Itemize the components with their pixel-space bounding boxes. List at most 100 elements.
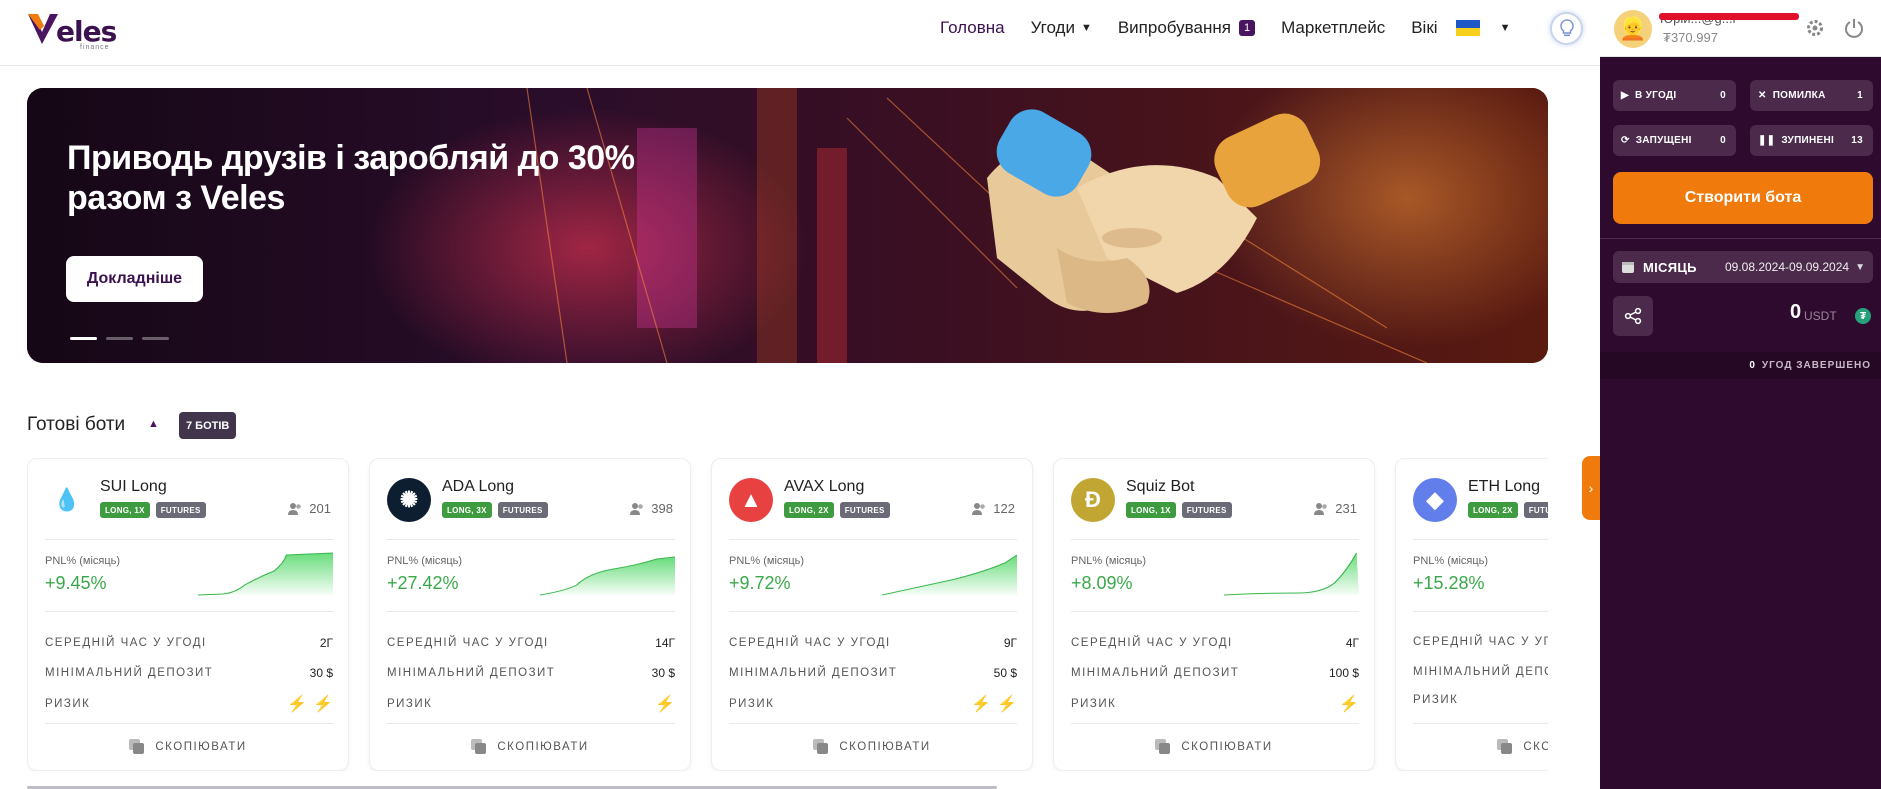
risk-indicator: ⚡ ⚡ xyxy=(281,694,333,714)
stat-stopped[interactable]: ❚❚ ЗУПИНЕНІ 13 xyxy=(1750,125,1873,156)
period-label: МІСЯЦЬ xyxy=(1643,259,1697,275)
divider xyxy=(729,723,1017,724)
share-button[interactable] xyxy=(1613,296,1653,336)
user-header: 👱 Юрій...@g...l ₮370.997 xyxy=(1600,0,1881,57)
nav-trials-badge: 1 xyxy=(1238,20,1256,36)
users-icon xyxy=(630,502,644,515)
avg-time-row: СЕРЕДНІЙ ЧАС У УГОДІ 9Г xyxy=(729,636,1017,650)
risk-row: РИЗИК xyxy=(1413,694,1548,706)
bot-users: 231 xyxy=(1313,501,1357,516)
deals-completed-label: УГОД ЗАВЕРШЕНО xyxy=(1761,360,1871,371)
copy-icon xyxy=(129,739,145,755)
redaction-mark xyxy=(1659,13,1799,20)
top-bar: eles finance Головна Угоди ▼ Випробування… xyxy=(0,0,1600,66)
ukraine-flag-icon xyxy=(1455,20,1480,36)
bot-card[interactable]: ▲ AVAX Long LONG, 2X FUTURES 122 PNL% (м… xyxy=(711,458,1033,771)
risk-label: РИЗИК xyxy=(729,698,775,710)
bot-tags: LONG, 2X FUTURES xyxy=(784,502,890,518)
divider xyxy=(729,611,1017,612)
risk-label: РИЗИК xyxy=(387,698,433,710)
stat-value: 0 xyxy=(1720,90,1726,101)
copy-icon xyxy=(1155,739,1171,755)
nav-marketplace[interactable]: Маркетплейс xyxy=(1281,18,1385,38)
pause-icon: ❚❚ xyxy=(1758,135,1776,146)
carousel-dots xyxy=(70,337,169,340)
lightbulb-icon[interactable] xyxy=(1550,12,1583,45)
divider xyxy=(1071,611,1359,612)
min-deposit-label: МІНІМАЛЬНИЙ ДЕПОЗИТ xyxy=(45,667,214,679)
gear-icon[interactable] xyxy=(1805,18,1825,38)
copy-bot-button[interactable]: СКОПІЮВАТИ xyxy=(712,739,1032,755)
risk-row: РИЗИК ⚡ ⚡ xyxy=(729,694,1017,714)
users-icon xyxy=(288,502,302,515)
bot-tags: LONG, 3X FUTURES xyxy=(442,502,548,518)
divider xyxy=(45,611,333,612)
nav-wiki-label: Вікі xyxy=(1411,18,1438,37)
market-tag: FUTURES xyxy=(1181,502,1232,518)
avatar[interactable]: 👱 xyxy=(1614,10,1652,48)
min-deposit-row: МІНІМАЛЬНИЙ ДЕПОЗИТ 30 $ xyxy=(387,666,675,680)
carousel-dot[interactable] xyxy=(70,337,97,340)
carousel-dot[interactable] xyxy=(106,337,133,340)
market-tag: FUTURES xyxy=(839,502,890,518)
stat-label: ЗАПУЩЕНІ xyxy=(1635,135,1692,146)
logo[interactable]: eles finance xyxy=(26,10,117,51)
avg-time-row: СЕРЕДНІЙ ЧАС У УГОДІ 2Г xyxy=(45,636,333,650)
period-selector[interactable]: МІСЯЦЬ 09.08.2024-09.09.2024 ▼ xyxy=(1613,251,1873,283)
bot-card[interactable]: Ð Squiz Bot LONG, 1X FUTURES 231 PNL% (м… xyxy=(1053,458,1375,771)
collapse-caret-icon[interactable]: ▲ xyxy=(148,418,159,430)
carousel-dot[interactable] xyxy=(142,337,169,340)
period-range: 09.08.2024-09.09.2024 xyxy=(1724,260,1850,274)
divider xyxy=(1413,611,1548,612)
divider xyxy=(45,723,333,724)
nav-deals[interactable]: Угоди ▼ xyxy=(1031,18,1092,38)
risk-indicator: ⚡ xyxy=(649,694,675,714)
bot-name: ADA Long xyxy=(442,478,515,495)
lightning-icon: ⚡ xyxy=(655,696,675,713)
create-bot-button[interactable]: Створити бота xyxy=(1613,172,1873,224)
lightning-icon: ⚡ xyxy=(1339,696,1359,713)
stat-running[interactable]: ⟳ ЗАПУЩЕНІ 0 xyxy=(1613,125,1736,156)
bot-card[interactable]: 💧 SUI Long LONG, 1X FUTURES 201 PNL% (мі… xyxy=(27,458,349,771)
risk-label: РИЗИК xyxy=(1071,698,1117,710)
risk-row: РИЗИК ⚡ ⚡ xyxy=(45,694,333,714)
nav-wiki[interactable]: Вікі xyxy=(1411,18,1437,38)
expand-panel-button[interactable]: › xyxy=(1582,456,1600,520)
banner-title-line2: разом з Veles xyxy=(67,179,285,217)
nav-home[interactable]: Головна xyxy=(940,18,1005,38)
min-deposit-value: 30 $ xyxy=(309,666,333,680)
bot-card[interactable]: ✺ ADA Long LONG, 3X FUTURES 398 PNL% (мі… xyxy=(369,458,691,771)
stat-value: 13 xyxy=(1851,135,1863,146)
pnl-value: 0 xyxy=(1790,301,1802,323)
stat-in-deal[interactable]: ▶ В УГОДІ 0 xyxy=(1613,80,1736,111)
divider xyxy=(1413,539,1548,540)
copy-icon xyxy=(471,739,487,755)
stat-error[interactable]: ✕ ПОМИЛКА 1 xyxy=(1750,80,1873,111)
risk-row: РИЗИК ⚡ xyxy=(1071,694,1359,714)
learn-more-button[interactable]: Докладніше xyxy=(66,256,203,302)
doge-icon: Ð xyxy=(1071,478,1115,522)
logo-subtitle: finance xyxy=(80,44,110,51)
chevron-down-icon: ▼ xyxy=(1855,261,1865,273)
deals-completed-count: 0 xyxy=(1749,360,1756,371)
lightning-icon: ⚡ xyxy=(287,696,308,713)
copy-bot-button[interactable]: СКОПІЮВАТИ xyxy=(1396,739,1548,755)
power-icon[interactable] xyxy=(1843,17,1865,39)
strategy-tag: LONG, 1X xyxy=(100,502,150,518)
copy-label: СКОПІЮВАТИ xyxy=(839,741,931,753)
promo-banner[interactable]: Приводь друзів і заробляй до 30% разом з… xyxy=(27,88,1548,363)
language-selector[interactable]: ▼ xyxy=(1455,20,1510,36)
chevron-down-icon: ▼ xyxy=(1080,22,1092,34)
avg-time-label: СЕРЕДНІЙ ЧАС У УГОДІ xyxy=(1071,637,1233,649)
copy-bot-button[interactable]: СКОПІЮВАТИ xyxy=(370,739,690,755)
avg-time-label: СЕРЕДНІЙ ЧАС У УГОДІ xyxy=(387,637,549,649)
nav-trials[interactable]: Випробування 1 xyxy=(1118,18,1256,38)
min-deposit-row: МІНІМАЛЬНИЙ ДЕПОЗИТ xyxy=(1413,666,1548,678)
copy-bot-button[interactable]: СКОПІЮВАТИ xyxy=(28,739,348,755)
bot-card[interactable]: ◆ ETH Long LONG, 2X FUTURES PNL% (місяць… xyxy=(1395,458,1548,771)
banner-title-line1: Приводь друзів і заробляй до 30% xyxy=(67,139,635,177)
close-icon: ✕ xyxy=(1758,90,1767,101)
divider xyxy=(1071,539,1359,540)
pnl-label: PNL% (місяць) xyxy=(1413,555,1489,567)
copy-bot-button[interactable]: СКОПІЮВАТИ xyxy=(1054,739,1374,755)
